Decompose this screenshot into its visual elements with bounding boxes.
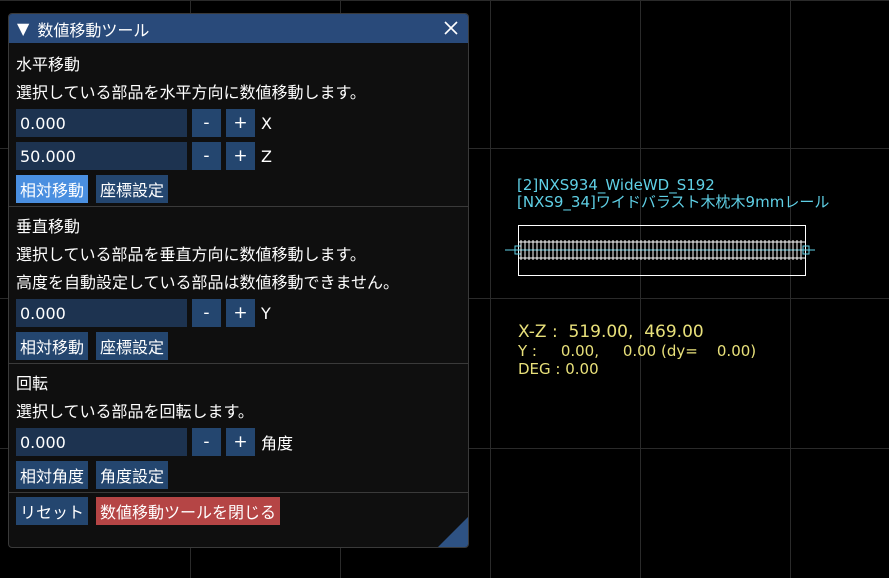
close-tool-button[interactable]: 数値移動ツールを閉じる <box>96 497 281 525</box>
vertical-coord-set-button[interactable]: 座標設定 <box>96 332 169 360</box>
x-value-input[interactable] <box>16 109 187 137</box>
grid-line <box>490 0 491 578</box>
section-divider <box>9 363 468 364</box>
angle-value-input[interactable] <box>16 428 187 456</box>
z-value-input[interactable] <box>16 142 187 170</box>
y-axis-label: Y <box>261 303 271 323</box>
close-icon[interactable] <box>440 17 462 39</box>
z-axis-label: Z <box>261 146 272 166</box>
x-minus-button[interactable]: - <box>192 109 221 137</box>
vertical-description: 選択している部品を垂直方向に数値移動します。 <box>16 245 366 264</box>
rotation-section-title: 回転 <box>16 374 49 393</box>
x-axis-label: X <box>261 113 272 133</box>
part-name-label: [2]NXS934_WideWD_S192 <box>517 176 715 194</box>
y-plus-button[interactable]: + <box>226 299 255 327</box>
reset-button[interactable]: リセット <box>16 497 89 525</box>
z-plus-button[interactable]: + <box>226 142 255 170</box>
horizontal-description: 選択している部品を水平方向に数値移動します。 <box>16 83 366 102</box>
angle-plus-button[interactable]: + <box>226 428 255 456</box>
window-title: 数値移動ツール <box>37 20 150 40</box>
grid-line <box>0 0 889 1</box>
x-plus-button[interactable]: + <box>226 109 255 137</box>
y-minus-button[interactable]: - <box>192 299 221 327</box>
rotation-description: 選択している部品を回転します。 <box>16 402 254 421</box>
part-description-label: [NXS9_34]ワイドバラスト木枕木9mmレール <box>517 193 830 211</box>
collapse-triangle-icon[interactable]: ▼ <box>17 20 29 37</box>
window-titlebar[interactable]: ▼ 数値移動ツール <box>9 14 468 43</box>
grid-line <box>790 0 791 578</box>
coord-xz-readout: X-Z : 519.00, 469.00 <box>518 322 704 342</box>
horizontal-coord-set-button[interactable]: 座標設定 <box>96 175 169 203</box>
coord-deg-readout: DEG : 0.00 <box>518 360 599 378</box>
angle-minus-button[interactable]: - <box>192 428 221 456</box>
angle-set-button[interactable]: 角度設定 <box>96 461 169 489</box>
z-minus-button[interactable]: - <box>192 142 221 170</box>
horizontal-relative-move-button[interactable]: 相対移動 <box>16 175 89 203</box>
vertical-section-title: 垂直移動 <box>16 217 81 236</box>
grid-line <box>640 0 641 578</box>
section-divider <box>9 492 468 493</box>
numeric-move-tool-window: ▼ 数値移動ツール 水平移動 選択している部品を水平方向に数値移動します。 - … <box>8 13 469 548</box>
section-divider <box>9 206 468 207</box>
rail-track-icon[interactable] <box>505 235 815 265</box>
vertical-relative-move-button[interactable]: 相対移動 <box>16 332 89 360</box>
angle-label: 角度 <box>261 434 294 453</box>
relative-angle-button[interactable]: 相対角度 <box>16 461 89 489</box>
resize-grip-icon[interactable] <box>438 517 468 547</box>
vertical-note: 高度を自動設定している部品は数値移動できません。 <box>16 273 400 292</box>
y-value-input[interactable] <box>16 299 187 327</box>
coord-y-readout: Y : 0.00, 0.00 (dy= 0.00) <box>518 342 757 360</box>
horizontal-section-title: 水平移動 <box>16 55 81 74</box>
